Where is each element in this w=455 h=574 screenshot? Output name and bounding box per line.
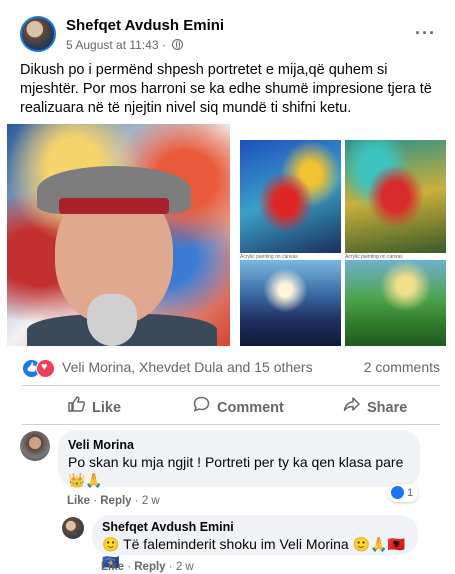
- commenter-name[interactable]: Veli Morina: [68, 438, 134, 452]
- reply-like-link[interactable]: Like: [101, 561, 124, 573]
- painting-photo-1[interactable]: [240, 140, 341, 253]
- photo-grid: Acrylic painting on canvas Acrylic paint…: [7, 124, 455, 346]
- separator: ·: [161, 38, 170, 52]
- action-bar: Like Comment Share: [22, 391, 440, 419]
- post-header: Shefqet Avdush Emini 5 August at 11:43 ·…: [14, 10, 444, 60]
- share-label: Share: [367, 400, 408, 416]
- reaction-names[interactable]: Veli Morina, Xhevdet Dula and 15 others: [62, 359, 313, 375]
- comment-actions: Like · Reply · 2 w: [67, 495, 160, 507]
- commenter-avatar[interactable]: [20, 431, 50, 461]
- love-reaction-icon: [36, 359, 55, 378]
- more-options-icon[interactable]: ···: [415, 23, 436, 44]
- comment-reaction-count: 1: [407, 487, 414, 499]
- comment-icon: [193, 396, 210, 416]
- reply-actions: Like · Reply · 2 w: [101, 561, 194, 573]
- painting-photo-3[interactable]: [240, 260, 341, 346]
- like-label: Like: [92, 400, 122, 416]
- divider: [22, 385, 440, 386]
- share-icon: [343, 396, 360, 416]
- reply-reply-link[interactable]: Reply: [134, 561, 165, 573]
- like-reaction-icon: [391, 486, 404, 499]
- divider: [22, 424, 440, 425]
- comment-reaction-badge[interactable]: 1: [388, 484, 418, 502]
- author-name[interactable]: Shefqet Avdush Emini: [66, 17, 224, 34]
- author-avatar[interactable]: [20, 16, 56, 52]
- portrait-photo[interactable]: [7, 124, 230, 346]
- painting-photo-4[interactable]: [345, 260, 446, 346]
- post-text: Dikush po i permënd shpesh portretet e m…: [20, 62, 432, 116]
- reply-time[interactable]: 2 w: [176, 561, 194, 573]
- painting-photo-2[interactable]: [345, 140, 446, 253]
- reaction-summary[interactable]: Veli Morina, Xhevdet Dula and 15 others …: [22, 358, 440, 378]
- post-meta: 5 August at 11:43 ·: [66, 38, 184, 52]
- comment-time[interactable]: 2 w: [142, 495, 160, 507]
- thumbs-up-icon: [68, 396, 86, 416]
- comment-like-link[interactable]: Like: [67, 495, 90, 507]
- comment-button[interactable]: Comment: [193, 396, 284, 416]
- comment-text: Po skan ku mja ngjit ! Portreti per ty k…: [68, 454, 404, 488]
- comment-label: Comment: [217, 400, 284, 416]
- reply-author-name[interactable]: Shefqet Avdush Emini: [102, 520, 234, 534]
- like-button[interactable]: Like: [68, 396, 121, 416]
- comment-reply-link[interactable]: Reply: [100, 495, 131, 507]
- post-date[interactable]: 5 August at 11:43: [66, 38, 159, 52]
- post-card: Shefqet Avdush Emini 5 August at 11:43 ·…: [0, 0, 455, 574]
- reply-avatar[interactable]: [62, 517, 84, 539]
- globe-icon[interactable]: [172, 39, 184, 50]
- comment-count[interactable]: 2 comments: [364, 359, 440, 375]
- bandana: [59, 198, 169, 214]
- share-button[interactable]: Share: [343, 396, 407, 416]
- beard: [87, 294, 137, 346]
